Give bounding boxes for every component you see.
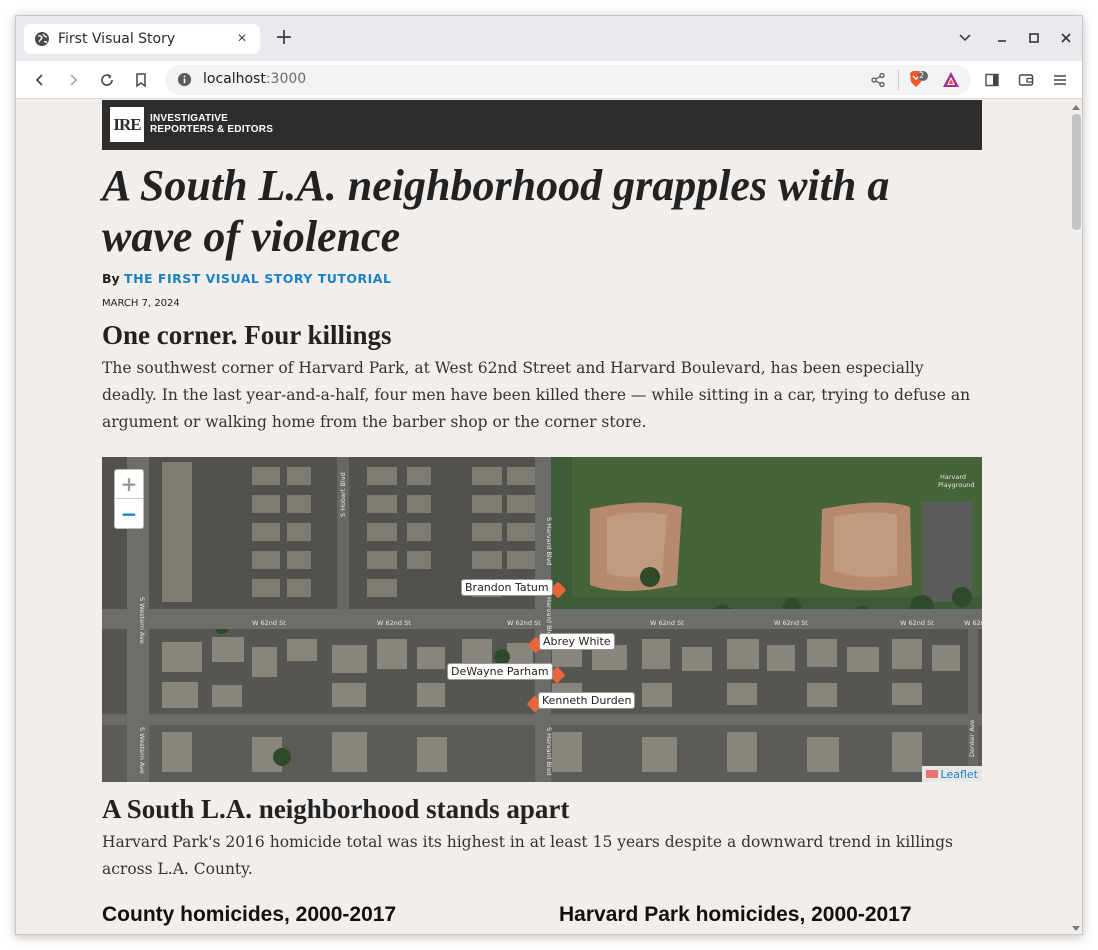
- svg-text:S Western Ave: S Western Ave: [138, 597, 146, 644]
- publish-date: MARCH 7, 2024: [102, 298, 180, 309]
- page-viewport: IRE INVESTIGATIVE REPORTERS & EDITORS A …: [16, 100, 1068, 934]
- url-text[interactable]: localhost:3000: [203, 71, 306, 87]
- svg-text:Playground: Playground: [938, 481, 975, 489]
- map-zoom-control: + −: [114, 469, 144, 529]
- svg-text:Denker Ave: Denker Ave: [968, 720, 976, 757]
- ire-org-line2: REPORTERS & EDITORS: [150, 124, 274, 135]
- globe-icon: [34, 31, 50, 47]
- byline: By THE FIRST VISUAL STORY TUTORIAL: [102, 271, 982, 286]
- page-scrollbar[interactable]: [1068, 100, 1082, 934]
- svg-text:S Harvard Blvd: S Harvard Blvd: [545, 517, 553, 566]
- close-tab-icon[interactable]: ×: [234, 30, 250, 48]
- byline-prefix: By: [102, 271, 120, 286]
- zoom-in-button[interactable]: +: [115, 470, 143, 499]
- byline-author-link[interactable]: THE FIRST VISUAL STORY TUTORIAL: [124, 271, 391, 286]
- new-tab-button[interactable]: +: [272, 27, 296, 51]
- svg-text:W 62nd St: W 62nd St: [507, 619, 541, 627]
- svg-text:S Western Ave: S Western Ave: [138, 727, 146, 774]
- svg-text:W 62nd St: W 62nd St: [377, 619, 411, 627]
- victim-label-abrey-white[interactable]: Abrey White: [539, 633, 615, 650]
- tab-title: First Visual Story: [58, 31, 176, 47]
- victim-label-dewayne-parham[interactable]: DeWayne Parham: [447, 663, 553, 680]
- maximize-icon[interactable]: [1024, 28, 1044, 48]
- browser-toolbar: localhost:3000 2: [16, 61, 1082, 99]
- headline: A South L.A. neighborhood grapples with …: [102, 161, 890, 261]
- site-info-icon[interactable]: [177, 72, 192, 92]
- sidebar-toggle-icon[interactable]: [980, 68, 1004, 92]
- address-bar[interactable]: localhost:3000 2: [165, 65, 971, 95]
- bookmark-icon[interactable]: [129, 68, 153, 92]
- svg-text:S Harvard Blvd: S Harvard Blvd: [545, 727, 553, 776]
- forward-icon[interactable]: [61, 68, 85, 92]
- menu-icon[interactable]: [1048, 68, 1072, 92]
- svg-text:S Hobart Blvd: S Hobart Blvd: [339, 472, 347, 517]
- url-host: localhost: [203, 71, 266, 87]
- section-body-stands-apart: Harvard Park's 2016 homicide total was i…: [102, 833, 953, 878]
- reload-icon[interactable]: [95, 68, 119, 92]
- victim-label-brandon-tatum[interactable]: Brandon Tatum: [461, 579, 553, 596]
- tab-search-chevron-icon[interactable]: [955, 28, 975, 48]
- wallet-icon[interactable]: [1014, 68, 1038, 92]
- scroll-thumb[interactable]: [1072, 114, 1081, 230]
- svg-text:W 62nd St: W 62nd St: [650, 619, 684, 627]
- article: IRE INVESTIGATIVE REPORTERS & EDITORS A …: [102, 100, 982, 933]
- svg-text:W 62nd St: W 62nd St: [774, 619, 808, 627]
- ire-banner[interactable]: IRE INVESTIGATIVE REPORTERS & EDITORS: [102, 100, 982, 150]
- shields-badge-count: 2: [919, 71, 925, 80]
- brave-shields-icon[interactable]: 2: [908, 70, 930, 95]
- county-chart-title: County homicides, 2000-2017: [102, 903, 397, 926]
- tab-strip: First Visual Story × +: [16, 16, 1082, 61]
- section-heading-corner: One corner. Four killings: [102, 320, 392, 350]
- ire-logo: IRE: [110, 107, 144, 142]
- leaflet-link[interactable]: Leaflet: [941, 768, 978, 781]
- url-port: :3000: [265, 71, 307, 87]
- url-divider: [898, 70, 899, 90]
- brave-rewards-icon[interactable]: [942, 71, 960, 93]
- svg-text:W 62nd St: W 62nd St: [964, 619, 982, 627]
- victim-label-kenneth-durden[interactable]: Kenneth Durden: [538, 692, 636, 709]
- ire-org-name: INVESTIGATIVE REPORTERS & EDITORS: [150, 113, 273, 135]
- ire-org-line1: INVESTIGATIVE: [150, 113, 228, 124]
- scroll-up-arrow-icon[interactable]: [1072, 105, 1080, 110]
- scroll-down-arrow-icon[interactable]: [1072, 926, 1080, 931]
- back-icon[interactable]: [28, 68, 52, 92]
- close-window-icon[interactable]: [1056, 28, 1076, 48]
- map-attribution[interactable]: Leaflet: [921, 766, 982, 782]
- share-icon[interactable]: [870, 72, 886, 93]
- ukraine-flag-icon: [925, 770, 938, 778]
- svg-text:W 62nd St: W 62nd St: [900, 619, 934, 627]
- minimize-icon[interactable]: [992, 28, 1012, 48]
- charts-row: County homicides, 2000-2017 Harvard Park…: [102, 903, 982, 933]
- svg-text:Harvard: Harvard: [940, 473, 966, 481]
- section-heading-stands-apart: A South L.A. neighborhood stands apart: [102, 794, 570, 824]
- victims-map[interactable]: W 62nd St W 62nd St W 62nd St W 62nd St …: [102, 457, 982, 782]
- browser-window: First Visual Story × + localhost:3000 2 …: [15, 15, 1083, 935]
- svg-text:W 62nd St: W 62nd St: [252, 619, 286, 627]
- section-body-corner: The southwest corner of Harvard Park, at…: [102, 359, 971, 431]
- harvard-park-chart-title: Harvard Park homicides, 2000-2017: [559, 903, 912, 926]
- zoom-out-button[interactable]: −: [115, 499, 143, 528]
- tab-first-visual-story[interactable]: First Visual Story ×: [24, 24, 260, 54]
- satellite-imagery: W 62nd St W 62nd St W 62nd St W 62nd St …: [102, 457, 982, 782]
